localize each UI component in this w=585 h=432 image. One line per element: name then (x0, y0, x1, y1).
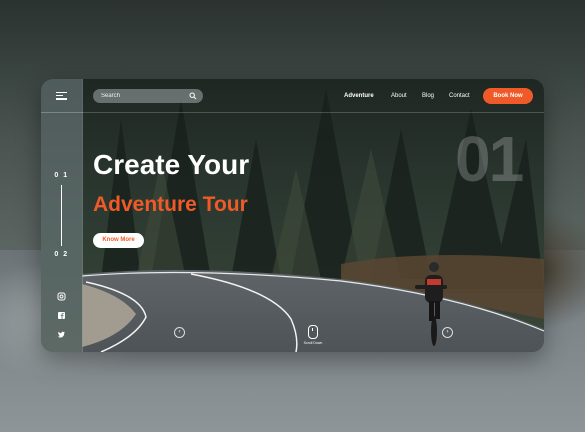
slide-number-watermark: 01 (455, 123, 524, 195)
menu-icon[interactable] (56, 92, 67, 100)
nav-blog[interactable]: Blog (422, 93, 434, 99)
pager-current[interactable]: 0 1 (41, 172, 82, 179)
prev-slide-icon[interactable]: ‹ (174, 327, 185, 338)
sidebar-divider (41, 112, 82, 113)
nav-about[interactable]: About (391, 93, 407, 99)
sidebar: 0 1 0 2 (41, 79, 83, 352)
search-bar[interactable] (93, 89, 203, 103)
search-input[interactable] (101, 89, 187, 103)
twitter-icon[interactable] (57, 330, 66, 339)
scroll-down-label: Scroll Down (303, 341, 323, 345)
search-icon[interactable] (189, 92, 197, 100)
hero-headline: Create Your (93, 149, 250, 180)
pager-next[interactable]: 0 2 (41, 251, 82, 258)
header-divider (82, 112, 544, 113)
nav-adventure[interactable]: Adventure (344, 93, 374, 99)
know-more-button[interactable]: Know More (93, 233, 144, 248)
pager-progress-line (61, 185, 62, 246)
book-now-button[interactable]: Book Now (483, 88, 533, 104)
next-slide-icon[interactable]: › (442, 327, 453, 338)
nav-contact[interactable]: Contact (449, 93, 470, 99)
hero-card: 0 1 0 2 Adventure About Blog Contact Boo… (41, 79, 544, 352)
scroll-mouse-icon[interactable] (308, 325, 318, 339)
instagram-icon[interactable] (57, 292, 66, 301)
facebook-icon[interactable] (57, 311, 66, 320)
hero-subheadline: Adventure Tour (93, 193, 248, 216)
